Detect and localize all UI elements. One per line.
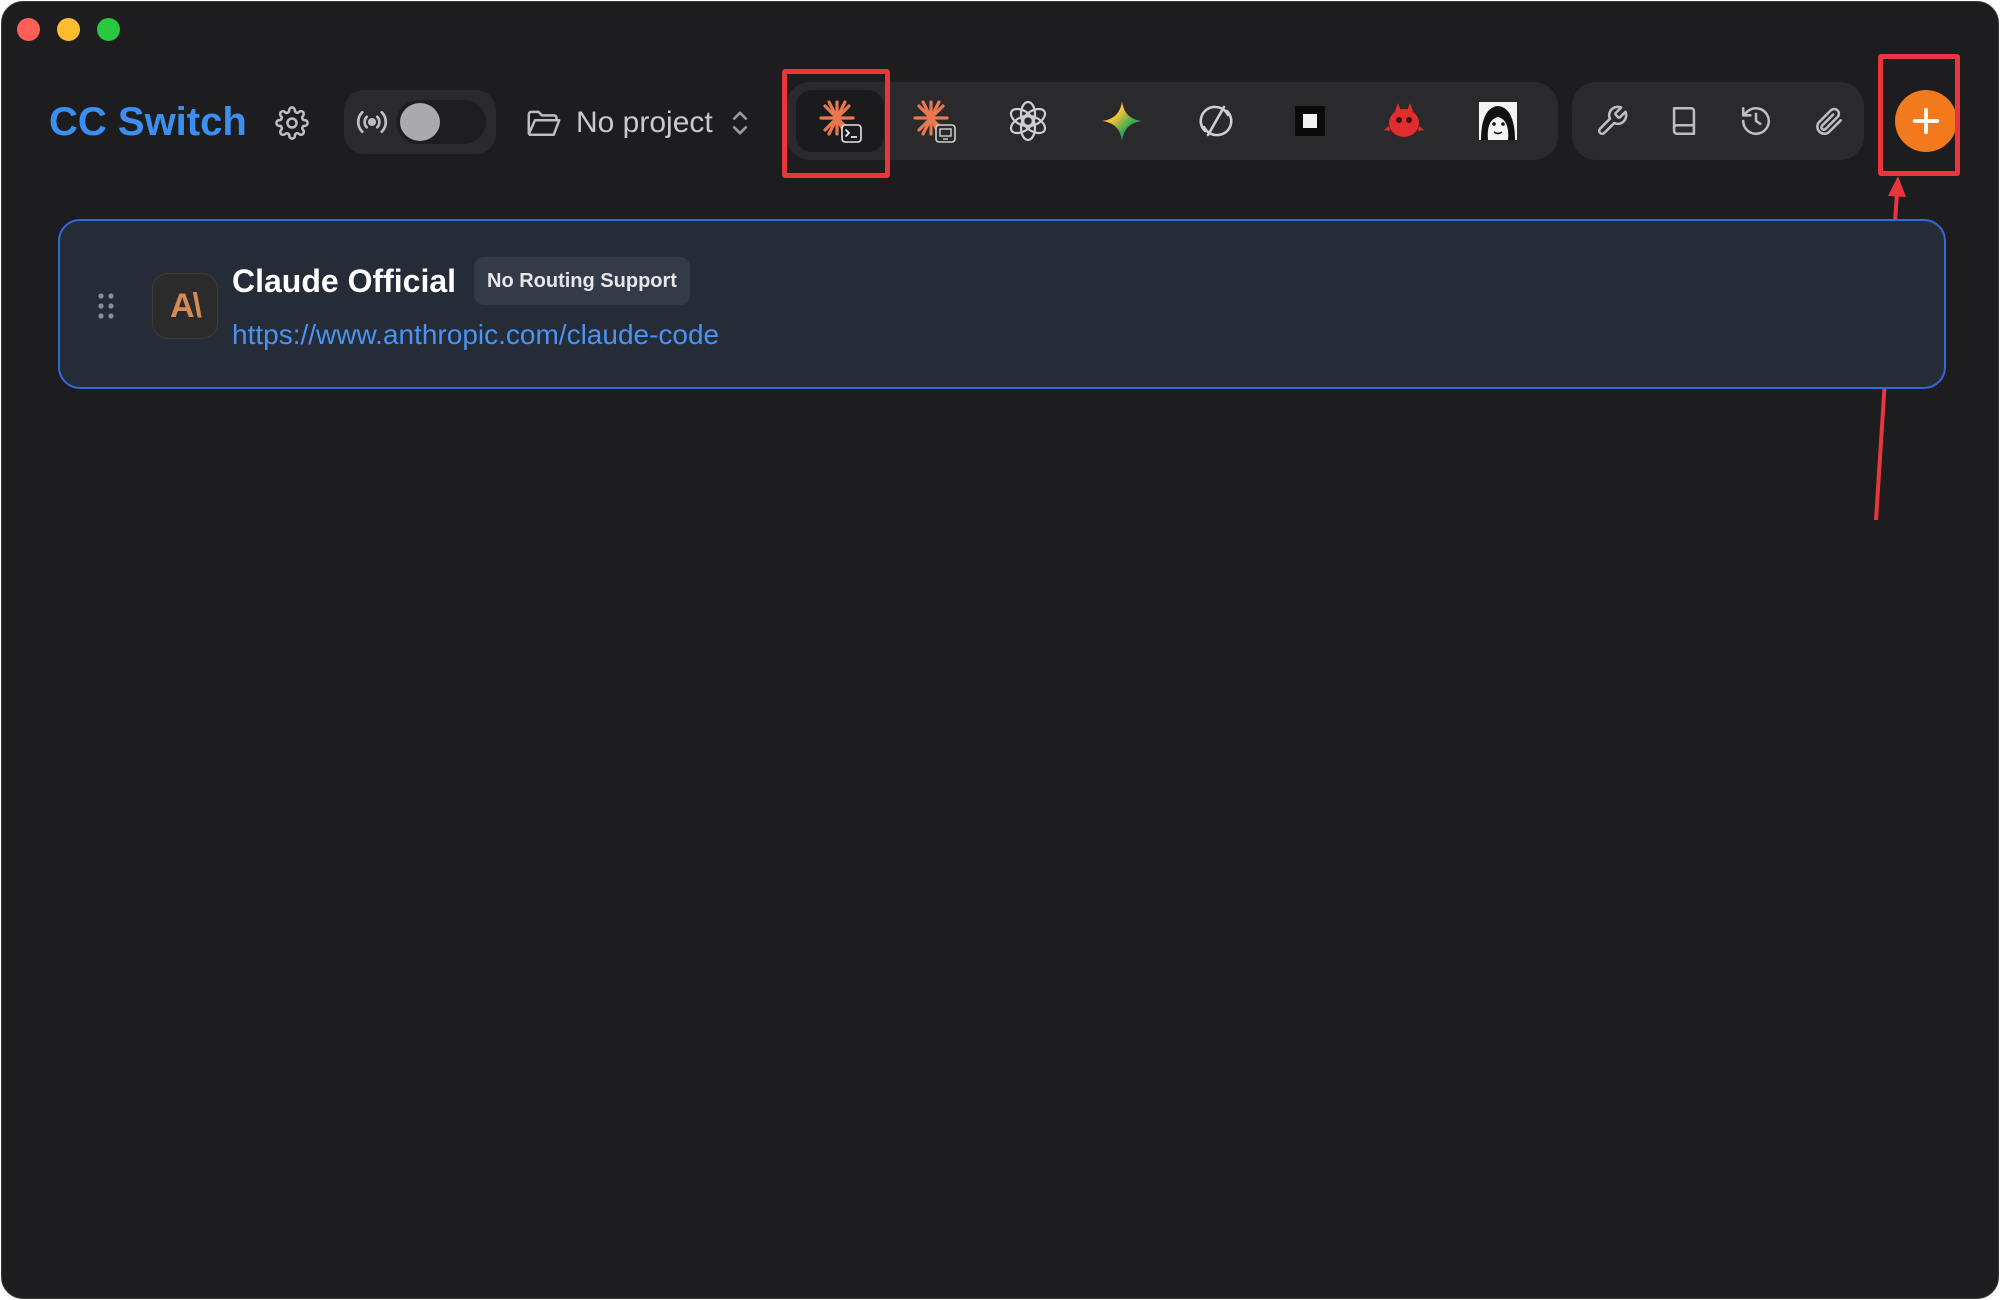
gear-icon [275, 106, 309, 140]
paperclip-icon [1816, 107, 1843, 136]
chevron-up-down-icon [732, 111, 747, 135]
provider-sync[interactable] [1172, 90, 1260, 152]
slashed-circle-icon [1199, 105, 1233, 137]
claude-desktop-icon [913, 100, 956, 143]
proxy-control [344, 90, 496, 154]
proxy-toggle[interactable] [396, 100, 486, 144]
attachments-button[interactable] [1806, 99, 1850, 143]
app-window: CC Switch No project A\ Claude Official … [1, 1, 1999, 1299]
provider-claude-desktop[interactable] [890, 90, 978, 152]
folder-icon [527, 110, 561, 137]
tools-bar [1572, 82, 1864, 160]
drag-handle-icon[interactable] [96, 291, 116, 321]
highlight-box-add-button [1878, 54, 1960, 176]
provider-switcher [786, 82, 1558, 160]
provider-name: Claude Official [232, 263, 457, 299]
portrait-icon [1479, 102, 1517, 140]
app-title: CC Switch [49, 100, 247, 144]
book-icon [1672, 106, 1696, 136]
provider-red-bird[interactable] [1360, 90, 1448, 152]
history-button[interactable] [1734, 99, 1778, 143]
anthropic-logo: A\ [152, 273, 218, 339]
window-maximize-button[interactable] [97, 18, 120, 41]
provider-openai[interactable] [984, 90, 1072, 152]
red-bird-icon [1384, 103, 1424, 137]
gemini-icon [1102, 101, 1142, 141]
settings-button[interactable] [270, 101, 314, 145]
highlight-box-claude-code [782, 69, 890, 178]
provider-url-link[interactable]: https://www.anthropic.com/claude-code [232, 319, 719, 351]
provider-gemini[interactable] [1078, 90, 1166, 152]
project-label: No project [576, 106, 713, 139]
provider-card[interactable]: A\ Claude Official No Routing Support ht… [58, 219, 1946, 389]
project-selector[interactable]: No project [526, 102, 756, 144]
square-icon [1295, 106, 1325, 136]
toggle-knob [400, 103, 440, 141]
openai-icon [1009, 100, 1047, 142]
history-icon [1741, 106, 1771, 136]
routing-badge: No Routing Support [474, 257, 690, 305]
provider-avatar[interactable] [1454, 90, 1542, 152]
window-close-button[interactable] [17, 18, 40, 41]
tools-button[interactable] [1590, 99, 1634, 143]
window-minimize-button[interactable] [57, 18, 80, 41]
wrench-icon [1598, 105, 1628, 135]
provider-square[interactable] [1266, 90, 1354, 152]
broadcast-icon [356, 110, 388, 134]
docs-button[interactable] [1662, 99, 1706, 143]
